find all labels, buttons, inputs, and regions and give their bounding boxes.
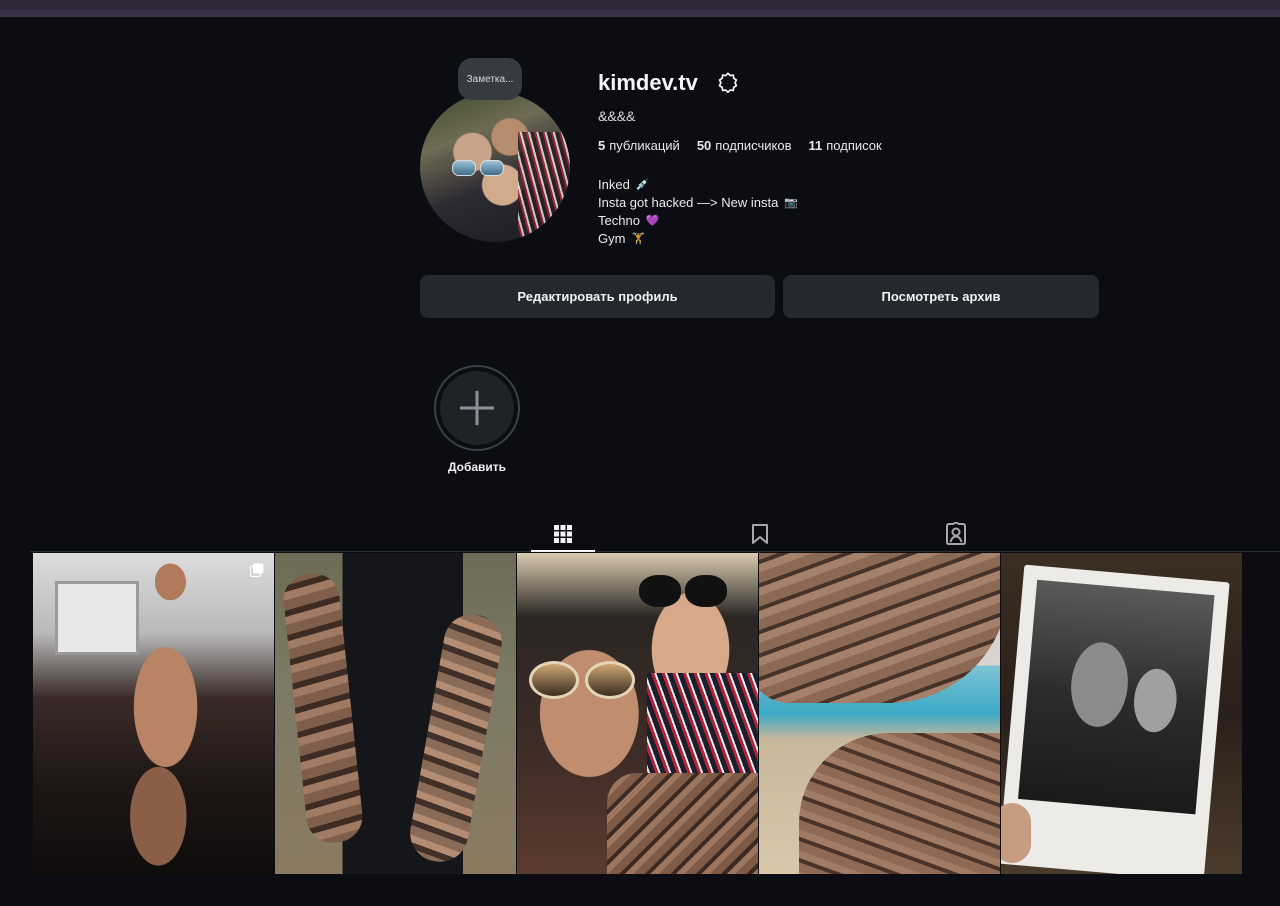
bio-line: Gym 🏋 bbox=[598, 230, 798, 248]
tab-saved[interactable] bbox=[728, 516, 792, 552]
tab-tagged[interactable] bbox=[924, 516, 988, 552]
avatar-shirt-pattern bbox=[518, 132, 570, 242]
profile-username: kimdev.tv bbox=[598, 70, 698, 95]
add-highlight-circle bbox=[440, 371, 514, 445]
posts-stat: 5 публикаций bbox=[598, 138, 680, 153]
post-thumbnail[interactable] bbox=[517, 553, 758, 874]
bio-line-text: Techno bbox=[598, 213, 640, 228]
purple-heart-icon: 💜 bbox=[645, 214, 660, 227]
post-tattoo-shoulder bbox=[799, 733, 1000, 874]
posts-count: 5 bbox=[598, 138, 606, 153]
tab-posts[interactable] bbox=[531, 516, 595, 552]
profile-bio: Inked 💉 Insta got hacked —> New insta 📷 Te… bbox=[598, 176, 798, 248]
followers-stat[interactable]: 50 подписчиков bbox=[697, 138, 792, 153]
posts-label: публикаций bbox=[609, 138, 680, 153]
profile-avatar[interactable] bbox=[420, 92, 570, 242]
bio-line-text: Inked bbox=[598, 177, 630, 192]
post-thumbnail[interactable] bbox=[275, 553, 516, 874]
browser-top-bar bbox=[0, 0, 1280, 10]
note-bubble[interactable]: Заметка... bbox=[458, 58, 522, 100]
bio-line: Inked 💉 bbox=[598, 176, 798, 194]
browser-top-bar-border bbox=[0, 10, 1280, 17]
profile-stats: 5 публикаций 50 подписчиков 11 подписок bbox=[598, 138, 882, 153]
bio-line: Techno 💜 bbox=[598, 212, 798, 230]
post-polaroid bbox=[1001, 564, 1230, 874]
add-highlight-label: Добавить bbox=[447, 460, 507, 474]
following-stat[interactable]: 11 подписок bbox=[809, 138, 882, 153]
view-archive-button[interactable]: Посмотреть архив bbox=[783, 275, 1099, 318]
syringe-icon: 💉 bbox=[635, 178, 650, 191]
post-sunglasses bbox=[525, 661, 637, 699]
profile-subtitle: &&&& bbox=[598, 108, 636, 124]
bio-line: Insta got hacked —> New insta 📷 bbox=[598, 194, 798, 212]
followers-label: подписчиков bbox=[715, 138, 792, 153]
active-tab-indicator bbox=[531, 550, 595, 552]
camera-icon: 📷 bbox=[784, 196, 798, 209]
post-thumbnail[interactable] bbox=[1001, 553, 1242, 874]
edit-profile-button[interactable]: Редактировать профиль bbox=[420, 275, 775, 318]
post-thumbnail[interactable] bbox=[33, 553, 274, 874]
following-label: подписок bbox=[826, 138, 882, 153]
tabs-divider bbox=[30, 551, 1280, 552]
post-tattoo-arm bbox=[281, 570, 365, 846]
bookmark-icon bbox=[752, 524, 768, 544]
post-tattoo-arm bbox=[405, 609, 507, 867]
bio-line-text: Insta got hacked —> New insta bbox=[598, 195, 779, 210]
post-sunglasses bbox=[639, 575, 729, 607]
post-tattoo-arm bbox=[759, 553, 1000, 703]
tagged-user-icon bbox=[946, 522, 966, 545]
plus-icon bbox=[460, 391, 494, 425]
grid-icon bbox=[554, 525, 572, 543]
post-polaroid-photo bbox=[1018, 579, 1215, 815]
settings-gear-icon[interactable] bbox=[717, 72, 739, 94]
post-thumbnail[interactable] bbox=[759, 553, 1000, 874]
multiple-images-icon bbox=[250, 563, 264, 577]
weightlifter-icon: 🏋 bbox=[631, 232, 646, 245]
post-tattoo-arm bbox=[607, 773, 758, 874]
bio-line-text: Gym bbox=[598, 231, 626, 246]
followers-count: 50 bbox=[696, 138, 712, 153]
post-window-detail bbox=[55, 581, 139, 655]
following-count: 11 bbox=[808, 138, 823, 153]
add-highlight-button[interactable] bbox=[434, 365, 520, 451]
avatar-sunglasses bbox=[452, 160, 504, 176]
post-hand-thumb bbox=[1001, 803, 1031, 863]
